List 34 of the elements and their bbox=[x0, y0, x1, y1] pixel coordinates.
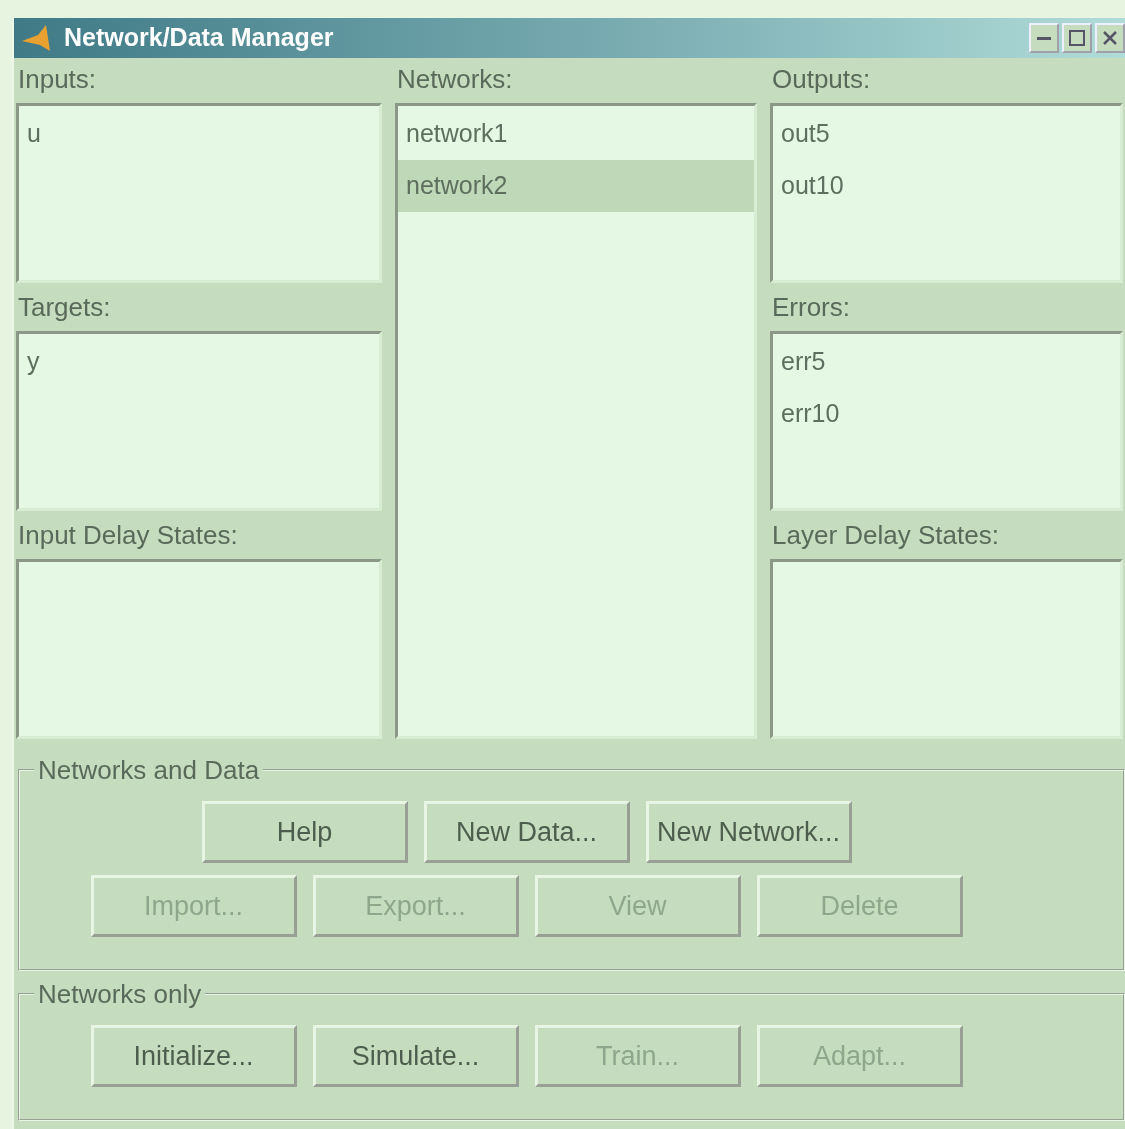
list-label: Errors: bbox=[771, 291, 851, 324]
close-icon bbox=[1103, 31, 1117, 45]
list-label: Targets: bbox=[17, 291, 112, 324]
action-button[interactable]: New Network... bbox=[645, 801, 852, 863]
list-label: Layer Delay States: bbox=[771, 519, 1000, 552]
list-box[interactable]: err5 err10 bbox=[770, 331, 1123, 511]
list-item[interactable]: u bbox=[19, 108, 379, 160]
list-label: Input Delay States: bbox=[17, 519, 239, 552]
action-button[interactable]: Initialize... bbox=[90, 1025, 297, 1087]
list-item[interactable]: out10 bbox=[773, 160, 1120, 212]
maximize-icon bbox=[1069, 30, 1085, 46]
list-item[interactable]: y bbox=[19, 336, 379, 388]
action-button[interactable]: Help bbox=[201, 801, 408, 863]
maximize-button[interactable] bbox=[1062, 23, 1092, 53]
list-box[interactable]: y bbox=[16, 331, 382, 511]
list-label: Networks: bbox=[396, 63, 514, 96]
list-label: Inputs: bbox=[17, 63, 98, 96]
list-item[interactable]: network1 bbox=[398, 108, 754, 160]
list-box[interactable] bbox=[16, 559, 382, 739]
action-button[interactable]: New Data... bbox=[423, 801, 630, 863]
minimize-button[interactable] bbox=[1029, 23, 1059, 53]
list-box[interactable]: out5 out10 bbox=[770, 103, 1123, 283]
window-title: Network/Data Manager bbox=[64, 22, 334, 54]
list-item[interactable]: network2 bbox=[398, 160, 754, 212]
list-item[interactable]: err10 bbox=[773, 388, 1120, 440]
list-box[interactable]: network1 network2 bbox=[395, 103, 757, 739]
action-button[interactable]: Simulate... bbox=[312, 1025, 519, 1087]
list-box[interactable]: u bbox=[16, 103, 382, 283]
minimize-icon bbox=[1037, 36, 1051, 40]
list-box[interactable] bbox=[770, 559, 1123, 739]
list-label: Outputs: bbox=[771, 63, 872, 96]
list-item[interactable]: out5 bbox=[773, 108, 1120, 160]
close-button[interactable] bbox=[1095, 23, 1125, 53]
list-item[interactable]: err5 bbox=[773, 336, 1120, 388]
